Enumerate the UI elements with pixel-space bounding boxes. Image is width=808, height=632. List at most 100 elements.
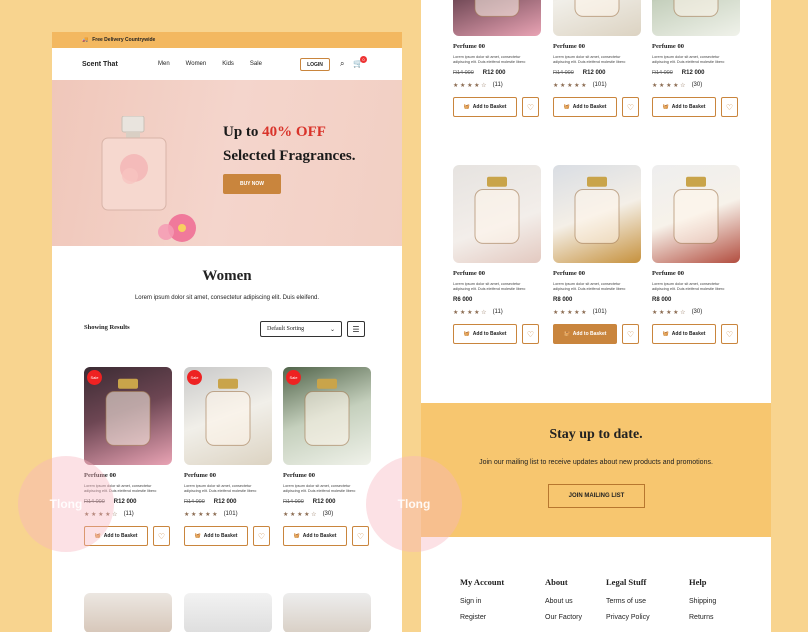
sale-badge: Sale [286, 370, 301, 385]
wishlist-heart-icon[interactable]: ♡ [721, 324, 738, 344]
footer-link-shipping[interactable]: Shipping [689, 598, 716, 605]
card-actions: 🧺 Add to Basket ♡ [184, 526, 274, 546]
product-price: R14 000 R12 000 [283, 499, 373, 505]
card-actions: 🧺 Add to Basket ♡ [553, 97, 643, 117]
product-price: R14 000 R12 000 [453, 70, 543, 76]
product-image[interactable] [652, 165, 740, 263]
product-card[interactable]: Sale Perfume 00 Lorem ipsum dolor sit amet… [184, 367, 274, 546]
review-count: (11) [492, 82, 503, 88]
wishlist-heart-icon[interactable]: ♡ [622, 324, 639, 344]
perfume-bottle-image [101, 116, 167, 211]
footer-link-terms[interactable]: Terms of use [606, 598, 650, 605]
perfume-bottle-image [474, 0, 520, 17]
nav-item-sale[interactable]: Sale [250, 61, 262, 67]
product-name[interactable]: Perfume 00 [553, 43, 643, 50]
wishlist-heart-icon[interactable]: ♡ [253, 526, 270, 546]
hero-banner: Up to 40% OFF Selected Fragrances. BUY N… [52, 80, 402, 246]
product-description: Lorem ipsum dolor sit amet, consectetur … [652, 55, 725, 64]
product-card[interactable]: Perfume 00 Lorem ipsum dolor sit amet, co… [652, 0, 742, 117]
join-mailing-list-button[interactable]: JOIN MAILING LIST [548, 484, 645, 508]
product-image[interactable]: Sale [283, 367, 371, 465]
wishlist-heart-icon[interactable]: ♡ [622, 97, 639, 117]
footer-col-about: About About us Our Factory [545, 577, 582, 630]
card-actions: 🧺 Add to Basket ♡ [453, 324, 543, 344]
product-image[interactable] [453, 165, 541, 263]
footer-link-returns[interactable]: Returns [689, 614, 716, 621]
wishlist-heart-icon[interactable]: ♡ [721, 97, 738, 117]
nav-item-women[interactable]: Women [186, 61, 207, 67]
product-image[interactable] [553, 0, 641, 36]
review-count: (101) [592, 82, 607, 88]
footer-link-about-us[interactable]: About us [545, 598, 582, 605]
footer-heading: My Account [460, 577, 505, 587]
product-card[interactable]: Perfume 00 Lorem ipsum dolor sit amet, co… [553, 0, 643, 117]
nav-item-kids[interactable]: Kids [222, 61, 234, 67]
add-to-basket-button[interactable]: 🧺 Add to Basket [652, 324, 716, 344]
product-price: R8 000 [652, 297, 742, 303]
search-icon[interactable]: ⌕ [340, 59, 344, 69]
wishlist-heart-icon[interactable]: ♡ [522, 324, 539, 344]
add-to-basket-button[interactable]: 🧺 Add to Basket [553, 97, 617, 117]
sort-select[interactable]: Default Sorting ⌄ [260, 321, 342, 337]
product-image[interactable]: Sale [184, 367, 272, 465]
product-card[interactable]: Perfume 00 Lorem ipsum dolor sit amet, co… [553, 165, 643, 344]
product-card[interactable]: Perfume 00 Lorem ipsum dolor sit amet, co… [453, 165, 543, 344]
product-card[interactable]: Perfume 00 Lorem ipsum dolor sit amet, co… [453, 0, 543, 117]
footer-link-register[interactable]: Register [460, 614, 504, 621]
product-rating: ★ ★ ★ ★ ☆ (30) [652, 82, 742, 89]
card-actions: 🧺 Add to Basket ♡ [453, 97, 543, 117]
footer-link-sign-in[interactable]: Sign in [460, 598, 504, 605]
watermark-logo: Tlong [18, 456, 114, 552]
footer-link-privacy[interactable]: Privacy Policy [606, 614, 650, 621]
product-name[interactable]: Perfume 00 [652, 270, 742, 277]
product-name[interactable]: Perfume 00 [453, 43, 543, 50]
add-to-basket-button[interactable]: 🧺 Add to Basket [652, 97, 716, 117]
delivery-bar: 🚚 Free Delivery Countrywide [52, 32, 402, 48]
product-name[interactable]: Perfume 00 [553, 270, 643, 277]
product-image[interactable] [453, 0, 541, 36]
nav-menu: Men Women Kids Sale [158, 61, 262, 67]
star-rating-icons: ★ ★ ★ ★ ☆ [453, 310, 487, 316]
main-nav: Scent That Men Women Kids Sale LOGIN ⌕ 🛒… [52, 48, 402, 80]
product-name[interactable]: Perfume 00 [184, 472, 274, 479]
product-image[interactable]: Sale [84, 367, 172, 465]
basket-icon: 🧺 [662, 104, 669, 110]
footer-link-our-factory[interactable]: Our Factory [545, 614, 582, 621]
product-image[interactable] [553, 165, 641, 263]
add-to-basket-button[interactable]: 🧺 Add to Basket [553, 324, 617, 344]
product-image-partial [84, 593, 172, 632]
add-to-basket-button[interactable]: 🧺 Add to Basket [453, 97, 517, 117]
list-view-icon[interactable]: ☰ [347, 321, 365, 337]
old-price: R14 000 [553, 70, 574, 76]
hero-line1-prefix: Up to [223, 124, 263, 140]
product-description: Lorem ipsum dolor sit amet, consectetur … [453, 55, 526, 64]
star-rating-icons: ★ ★ ★ ★ ☆ [652, 310, 686, 316]
footer-col-legal: Legal Stuff Terms of use Privacy Policy [606, 577, 650, 630]
footer-col-help: Help Shipping Returns [689, 577, 716, 630]
wishlist-heart-icon[interactable]: ♡ [522, 97, 539, 117]
footer-heading: Legal Stuff [606, 577, 647, 587]
showing-results-label: Showing Results [84, 324, 130, 331]
product-image[interactable] [652, 0, 740, 36]
nav-item-men[interactable]: Men [158, 61, 170, 67]
product-name[interactable]: Perfume 00 [652, 43, 742, 50]
wishlist-heart-icon[interactable]: ♡ [153, 526, 170, 546]
wishlist-heart-icon[interactable]: ♡ [352, 526, 369, 546]
footer-heading: About [545, 577, 568, 587]
product-name[interactable]: Perfume 00 [283, 472, 373, 479]
site-logo[interactable]: Scent That [82, 61, 118, 68]
login-button[interactable]: LOGIN [300, 58, 330, 71]
product-name[interactable]: Perfume 00 [453, 270, 543, 277]
hero-discount: 40% OFF [262, 124, 326, 140]
product-card[interactable]: Perfume 00 Lorem ipsum dolor sit amet, co… [652, 165, 742, 344]
add-to-basket-button[interactable]: 🧺 Add to Basket [283, 526, 347, 546]
card-actions: 🧺 Add to Basket ♡ [283, 526, 373, 546]
product-card[interactable]: Sale Perfume 00 Lorem ipsum dolor sit amet… [283, 367, 373, 546]
product-price: R14 000 R12 000 [652, 70, 742, 76]
add-to-basket-button[interactable]: 🧺 Add to Basket [453, 324, 517, 344]
product-rating: ★ ★ ★ ★ ☆ (30) [652, 309, 742, 316]
star-rating-icons: ★ ★ ★ ★ ★ [184, 512, 218, 518]
add-to-basket-button[interactable]: 🧺 Add to Basket [184, 526, 248, 546]
star-rating-icons: ★ ★ ★ ★ ☆ [453, 83, 487, 89]
buy-now-button[interactable]: BUY NOW [223, 174, 281, 194]
